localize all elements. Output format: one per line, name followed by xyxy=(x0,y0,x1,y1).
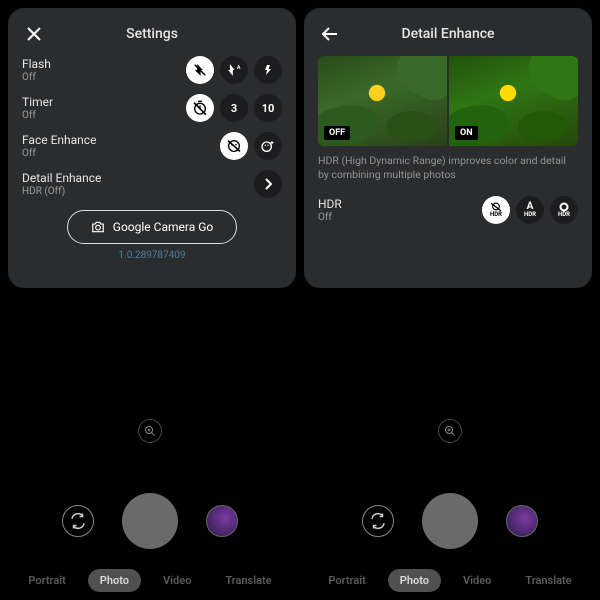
hdr-label: HDR xyxy=(318,197,342,211)
timer-value: Off xyxy=(22,110,53,121)
switch-camera-icon[interactable] xyxy=(362,505,394,537)
detail-enhance-label: Detail Enhance xyxy=(22,171,101,185)
hdr-description: HDR (High Dynamic Range) improves color … xyxy=(318,154,578,182)
mode-photo[interactable]: Photo xyxy=(88,569,141,592)
timer-3-button[interactable]: 3 xyxy=(220,94,248,122)
preview-off: OFF xyxy=(318,56,447,146)
face-enhance-off-icon[interactable] xyxy=(220,132,248,160)
mode-portrait[interactable]: Portrait xyxy=(16,569,77,592)
svg-text:A: A xyxy=(237,65,241,71)
timer-off-icon[interactable] xyxy=(186,94,214,122)
timer-10-button[interactable]: 10 xyxy=(254,94,282,122)
camera-icon xyxy=(91,221,105,233)
google-camera-go-label: Google Camera Go xyxy=(113,220,213,234)
hdr-preview: OFF ON xyxy=(318,56,578,146)
settings-title: Settings xyxy=(126,26,178,42)
flash-value: Off xyxy=(22,72,51,83)
hdr-value: Off xyxy=(318,212,342,223)
mode-video[interactable]: Video xyxy=(151,569,203,592)
detail-enhance-panel: Detail Enhance OFF ON HDR (High Dynamic … xyxy=(304,8,592,288)
flash-off-icon[interactable] xyxy=(186,56,214,84)
mode-selector: Portrait Photo Video Translate xyxy=(300,569,600,592)
flash-auto-icon[interactable]: A xyxy=(220,56,248,84)
mode-translate[interactable]: Translate xyxy=(213,569,283,592)
mode-translate[interactable]: Translate xyxy=(513,569,583,592)
timer-label: Timer xyxy=(22,95,53,109)
shutter-button[interactable] xyxy=(122,493,178,549)
google-camera-go-button[interactable]: Google Camera Go xyxy=(67,210,237,244)
flash-on-icon[interactable] xyxy=(254,56,282,84)
chevron-right-icon[interactable] xyxy=(254,170,282,198)
face-enhance-label: Face Enhance xyxy=(22,133,96,147)
back-icon[interactable] xyxy=(320,24,340,44)
mode-portrait[interactable]: Portrait xyxy=(316,569,377,592)
close-icon[interactable] xyxy=(24,24,44,44)
detail-enhance-row[interactable]: Detail Enhance HDR (Off) xyxy=(22,170,282,198)
mode-photo[interactable]: Photo xyxy=(388,569,441,592)
mode-selector: Portrait Photo Video Translate xyxy=(0,569,300,592)
detail-enhance-value: HDR (Off) xyxy=(22,186,101,197)
gallery-thumbnail[interactable] xyxy=(506,505,538,537)
preview-on-label: ON xyxy=(455,126,478,140)
detail-header: Detail Enhance xyxy=(318,22,578,46)
hdr-row: HDR Off HDR A HDR HDR xyxy=(318,196,578,224)
settings-header: Settings xyxy=(22,22,282,46)
gallery-thumbnail[interactable] xyxy=(206,505,238,537)
hdr-auto-icon[interactable]: A HDR xyxy=(516,196,544,224)
hdr-on-icon[interactable]: HDR xyxy=(550,196,578,224)
switch-camera-icon[interactable] xyxy=(62,505,94,537)
camera-ui-left: Portrait Photo Video Translate xyxy=(0,419,300,592)
camera-ui-right: Portrait Photo Video Translate xyxy=(300,419,600,592)
shutter-button[interactable] xyxy=(422,493,478,549)
detail-title: Detail Enhance xyxy=(401,26,494,42)
flash-row: Flash Off A xyxy=(22,56,282,84)
settings-panel: Settings Flash Off A Timer xyxy=(8,8,296,288)
zoom-in-icon[interactable] xyxy=(438,419,462,443)
hdr-off-icon[interactable]: HDR xyxy=(482,196,510,224)
face-enhance-value: Off xyxy=(22,148,96,159)
face-enhance-row: Face Enhance Off xyxy=(22,132,282,160)
preview-off-label: OFF xyxy=(324,126,350,140)
face-enhance-on-icon[interactable] xyxy=(254,132,282,160)
mode-video[interactable]: Video xyxy=(451,569,503,592)
version-text: 1.0.289787409 xyxy=(22,250,282,261)
timer-row: Timer Off 3 10 xyxy=(22,94,282,122)
zoom-in-icon[interactable] xyxy=(138,419,162,443)
flash-label: Flash xyxy=(22,57,51,71)
preview-on: ON xyxy=(449,56,578,146)
